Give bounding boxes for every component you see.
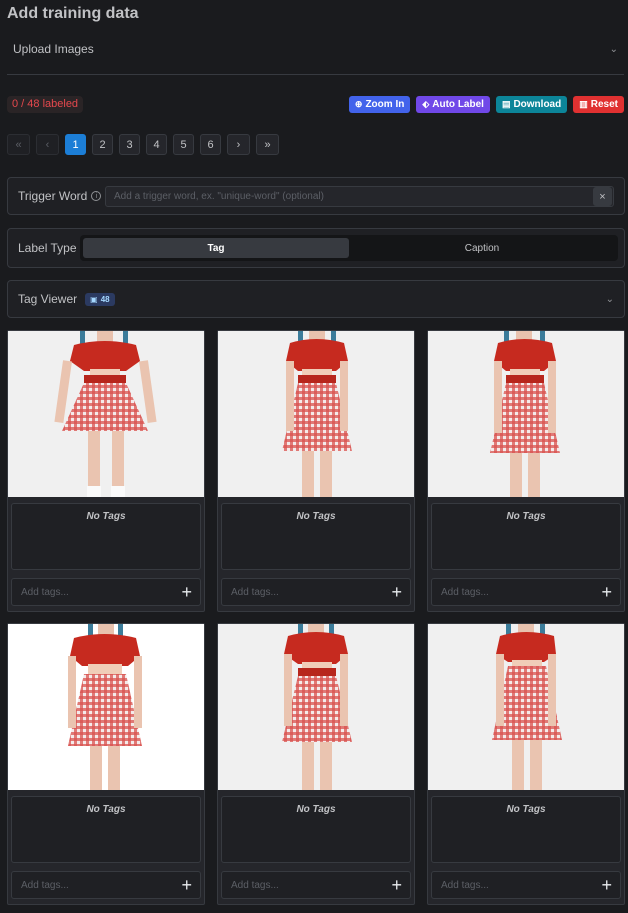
plus-icon[interactable]: + <box>181 583 192 601</box>
add-tag-field: + <box>11 578 201 606</box>
zoom-in-button[interactable]: ⊕ Zoom In <box>348 96 411 113</box>
add-tag-input[interactable] <box>231 879 371 891</box>
page-button-5[interactable]: 5 <box>173 134 194 155</box>
add-tag-field: + <box>221 578 411 606</box>
next-page-button[interactable]: › <box>227 134 250 155</box>
figure-illustration <box>68 624 142 790</box>
tag-count: 48 <box>100 294 110 304</box>
tag-viewer-accordion[interactable]: Tag Viewer ▣ 48 ⌄ <box>7 280 625 318</box>
clear-icon[interactable]: × <box>593 187 612 206</box>
label-type-label: Label Type <box>18 241 77 255</box>
training-image[interactable] <box>428 331 624 497</box>
chevron-down-icon: ⌄ <box>605 293 614 305</box>
chevron-down-icon: ⌄ <box>609 43 618 55</box>
tag-list: No Tags <box>431 503 621 570</box>
figure-illustration <box>282 624 352 790</box>
tag-list: No Tags <box>11 503 201 570</box>
auto-label-label: Auto Label <box>432 99 484 110</box>
training-image[interactable] <box>218 331 414 497</box>
page-button-4[interactable]: 4 <box>146 134 167 155</box>
tag-icon: ⬖ <box>422 99 430 109</box>
first-page-button[interactable]: « <box>7 134 30 155</box>
page-button-2[interactable]: 2 <box>92 134 113 155</box>
tag-list: No Tags <box>11 796 201 863</box>
image-card[interactable]: No Tags + <box>217 330 415 612</box>
images-icon: ▣ <box>90 294 98 304</box>
image-card[interactable]: No Tags + <box>217 623 415 905</box>
add-tag-input[interactable] <box>231 586 371 598</box>
image-card[interactable]: No Tags + <box>427 330 625 612</box>
no-tags-text: No Tags <box>86 511 126 522</box>
no-tags-text: No Tags <box>296 804 336 815</box>
reset-label: Reset <box>590 99 618 110</box>
download-button[interactable]: ▤ Download <box>495 96 568 113</box>
zoom-in-label: Zoom In <box>365 99 405 110</box>
image-card[interactable]: No Tags + <box>427 623 625 905</box>
page-button-6[interactable]: 6 <box>200 134 221 155</box>
tag-viewer-label: Tag Viewer <box>18 292 78 306</box>
download-label: Download <box>513 99 562 110</box>
no-tags-text: No Tags <box>296 511 336 522</box>
training-image[interactable] <box>428 624 624 790</box>
page-button-3[interactable]: 3 <box>119 134 140 155</box>
add-tag-input[interactable] <box>441 879 581 891</box>
divider <box>7 74 624 75</box>
label-type-segmented-control: Tag Caption <box>80 235 618 261</box>
tag-viewer-header: Tag Viewer ▣ 48 <box>18 292 115 306</box>
zoom-in-icon: ⊕ <box>354 99 363 109</box>
training-image[interactable] <box>8 624 204 790</box>
tag-list: No Tags <box>221 503 411 570</box>
training-image[interactable] <box>8 331 204 497</box>
label-type-option-caption[interactable]: Caption <box>349 238 615 258</box>
upload-images-label: Upload Images <box>13 42 94 56</box>
trigger-word-input[interactable] <box>105 185 614 207</box>
add-tag-input[interactable] <box>21 879 161 891</box>
action-toolbar: ⊕ Zoom In ⬖ Auto Label ▤ Download ▥ Rese… <box>348 96 624 113</box>
figure-illustration <box>492 624 562 790</box>
plus-icon[interactable]: + <box>601 876 612 894</box>
training-image[interactable] <box>218 624 414 790</box>
tag-list: No Tags <box>221 796 411 863</box>
trigger-word-label: Trigger Word <box>18 189 88 203</box>
image-card[interactable]: No Tags + <box>7 330 205 612</box>
trigger-word-panel: Trigger Word i × <box>7 177 625 215</box>
labeled-count-badge: 0 / 48 labeled <box>7 96 84 113</box>
add-tag-field: + <box>221 871 411 899</box>
info-icon[interactable]: i <box>91 191 102 201</box>
plus-icon[interactable]: + <box>391 876 402 894</box>
plus-icon[interactable]: + <box>181 876 192 894</box>
plus-icon[interactable]: + <box>391 583 402 601</box>
add-tag-field: + <box>11 871 201 899</box>
file-download-icon: ▤ <box>501 99 511 109</box>
no-tags-text: No Tags <box>86 804 126 815</box>
add-tag-field: + <box>431 578 621 606</box>
label-type-panel: Label Type Tag Caption <box>7 228 625 268</box>
figure-illustration <box>54 331 157 497</box>
figure-illustration <box>490 331 560 497</box>
add-tag-input[interactable] <box>21 586 161 598</box>
plus-icon[interactable]: + <box>601 583 612 601</box>
last-page-button[interactable]: » <box>256 134 279 155</box>
figure-illustration <box>282 331 352 497</box>
prev-page-button[interactable]: ‹ <box>36 134 59 155</box>
upload-images-accordion[interactable]: Upload Images ⌄ <box>7 34 624 64</box>
page-button-1[interactable]: 1 <box>65 134 86 155</box>
pagination: « ‹ 1 2 3 4 5 6 › » <box>7 134 279 155</box>
page-title: Add training data <box>7 5 139 22</box>
auto-label-button[interactable]: ⬖ Auto Label <box>416 96 490 113</box>
reset-button[interactable]: ▥ Reset <box>573 96 624 113</box>
add-tag-field: + <box>431 871 621 899</box>
tag-list: No Tags <box>431 796 621 863</box>
image-card[interactable]: No Tags + <box>7 623 205 905</box>
label-type-option-tag[interactable]: Tag <box>83 238 349 258</box>
no-tags-text: No Tags <box>506 511 546 522</box>
trash-icon: ▥ <box>579 99 588 109</box>
no-tags-text: No Tags <box>506 804 546 815</box>
tag-count-badge: ▣ 48 <box>85 292 115 306</box>
add-tag-input[interactable] <box>441 586 581 598</box>
trigger-word-label-group: Trigger Word i <box>18 189 105 203</box>
